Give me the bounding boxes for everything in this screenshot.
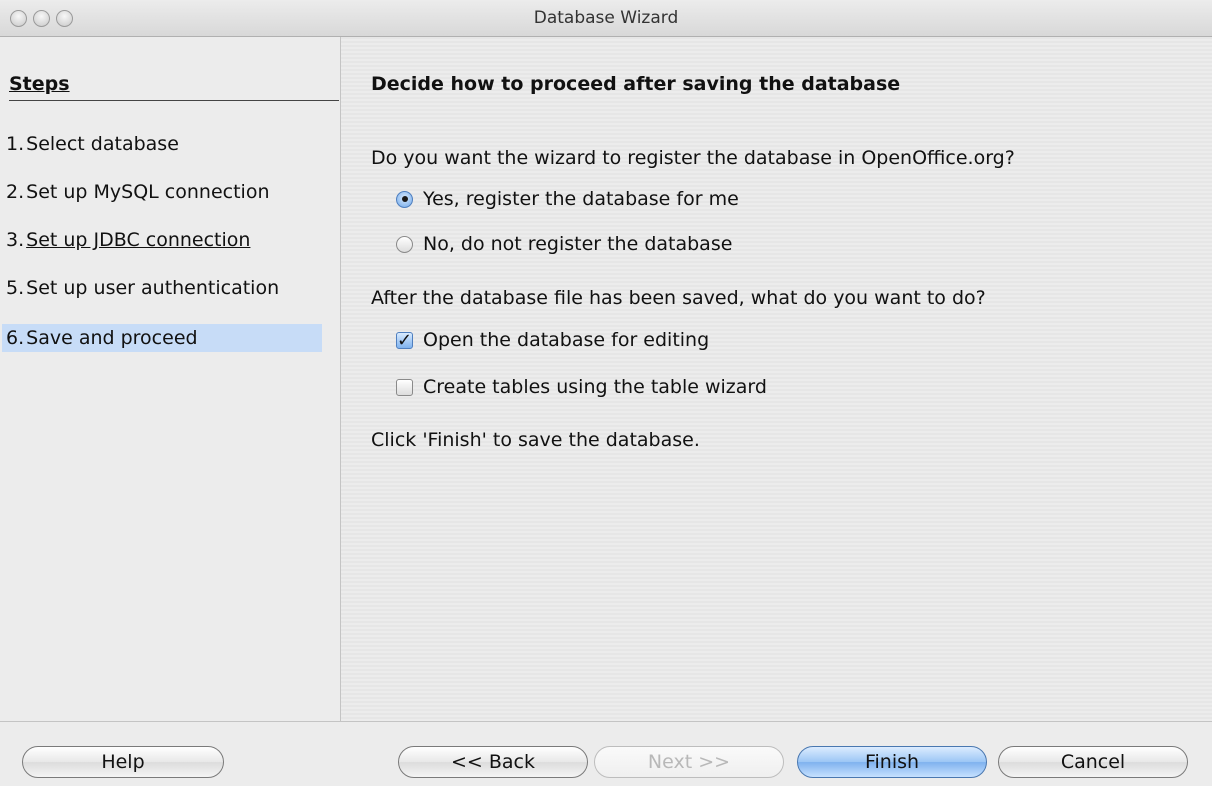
checkbox-checked-icon[interactable]: ✓ — [396, 331, 413, 349]
cancel-button[interactable]: Cancel — [998, 746, 1188, 778]
button-bar: Help << Back Next >> Finish Cancel — [0, 721, 1212, 786]
step-select-database[interactable]: 1. Select database — [2, 130, 322, 158]
page-title: Decide how to proceed after saving the d… — [371, 73, 901, 95]
open-for-editing-option[interactable]: ✓ Open the database for editing — [396, 329, 709, 351]
step-number: 2. — [6, 181, 25, 203]
step-save-and-proceed[interactable]: 6. Save and proceed — [2, 324, 322, 352]
after-save-question: After the database file has been saved, … — [371, 287, 986, 309]
radio-selected-icon[interactable] — [396, 190, 413, 208]
option-label: Create tables using the table wizard — [423, 376, 767, 398]
step-jdbc-connection[interactable]: 3. Set up JDBC connection — [2, 226, 322, 254]
register-yes-option[interactable]: Yes, register the database for me — [396, 188, 739, 210]
next-button[interactable]: Next >> — [594, 746, 784, 778]
option-label: Open the database for editing — [423, 329, 710, 351]
create-tables-option[interactable]: Create tables using the table wizard — [396, 376, 767, 398]
checkbox-unchecked-icon[interactable] — [396, 378, 413, 396]
step-label: Set up JDBC connection — [26, 229, 251, 251]
step-number: 6. — [6, 327, 25, 349]
steps-heading: Steps — [9, 73, 339, 101]
option-label: Yes, register the database for me — [423, 188, 739, 210]
option-label: No, do not register the database — [423, 233, 733, 255]
main-content: Decide how to proceed after saving the d… — [341, 37, 1212, 721]
back-button[interactable]: << Back — [398, 746, 588, 778]
step-number: 3. — [6, 229, 25, 251]
step-user-authentication[interactable]: 5. Set up user authentication — [2, 274, 322, 302]
register-question: Do you want the wizard to register the d… — [371, 147, 1015, 169]
window-title: Database Wizard — [533, 8, 679, 28]
step-label: Set up user authentication — [26, 277, 280, 299]
step-mysql-connection[interactable]: 2. Set up MySQL connection — [2, 178, 322, 206]
step-number: 1. — [6, 133, 25, 155]
finish-note: Click 'Finish' to save the database. — [371, 429, 700, 451]
step-label: Set up MySQL connection — [26, 181, 270, 203]
step-label: Select database — [26, 133, 179, 155]
finish-button[interactable]: Finish — [797, 746, 987, 778]
step-label: Save and proceed — [26, 327, 198, 349]
title-bar: Database Wizard — [0, 0, 1212, 37]
register-no-option[interactable]: No, do not register the database — [396, 233, 732, 255]
step-number: 5. — [6, 277, 25, 299]
help-button[interactable]: Help — [22, 746, 224, 778]
steps-sidebar: Steps 1. Select database 2. Set up MySQL c… — [0, 37, 341, 721]
radio-unselected-icon[interactable] — [396, 235, 413, 253]
